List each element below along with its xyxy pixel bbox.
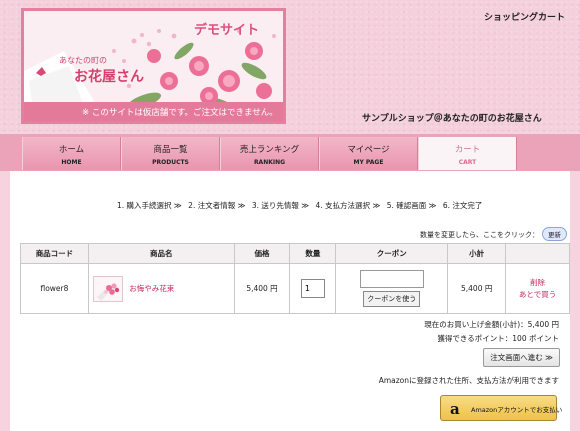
column-header-subtotal: 小計 <box>447 243 507 264</box>
cart-content: 1. 購入手続選択 ≫ 2. 注文者情報 ≫ 3. 送り先情報 ≫ 4. 支払方… <box>10 171 570 431</box>
step-item: 1. 購入手続選択 ≫ <box>117 201 182 210</box>
product-name-link[interactable]: お悔やみ花束 <box>129 284 174 293</box>
step-item: 4. 支払方法選択 ≫ <box>315 201 381 210</box>
proceed-to-order-button[interactable]: 注文画面へ進む ≫ <box>483 348 560 367</box>
cart-table: 商品コード 商品名 価格 数量 クーポン 小計 flower8 お悔やみ花束 5… <box>20 243 570 314</box>
amazon-pay-label: Amazonアカウントでお支払い <box>471 406 563 414</box>
table-row: flower8 お悔やみ花束 5,400 円 1 クーポンを使う 5,400 円… <box>20 263 570 314</box>
bouquet-thumbnail-icon <box>93 276 122 301</box>
points-line: 獲得できるポイント：100 ポイント <box>437 334 559 343</box>
buy-later-link[interactable]: あとで買う <box>506 289 569 301</box>
nav-sublabel: RANKING <box>253 159 286 166</box>
main-nav: ホーム HOME 商品一覧 PRODUCTS 売上ランキング RANKING マ… <box>0 134 580 171</box>
product-thumbnail[interactable] <box>92 275 123 302</box>
nav-item-cart[interactable]: カート CART <box>418 137 517 170</box>
order-totals: 現在のお買い上げ金額(小計)：5,400 円 獲得できるポイント：100 ポイン… <box>424 318 559 346</box>
column-header-name: 商品名 <box>87 243 235 264</box>
column-header-quantity: 数量 <box>289 243 337 264</box>
nav-label: カート <box>454 145 481 155</box>
nav-sublabel: MY PAGE <box>353 159 384 166</box>
nav-item-home[interactable]: ホーム HOME <box>22 137 121 170</box>
product-code: flower8 <box>20 263 89 314</box>
nav-label: ホーム <box>58 145 85 155</box>
product-subtotal: 5,400 円 <box>447 263 507 314</box>
column-header-code: 商品コード <box>20 243 89 264</box>
step-item: 3. 送り先情報 ≫ <box>251 201 310 210</box>
product-cell: お悔やみ花束 <box>87 263 235 314</box>
amazon-pay-button[interactable]: a Amazonアカウントでお支払い <box>440 395 562 421</box>
banner-notice: ※ このサイトは仮店舗です。ご注文はできません。 <box>24 102 283 121</box>
checkout-steps: 1. 購入手続選択 ≫ 2. 注文者情報 ≫ 3. 送り先情報 ≫ 4. 支払方… <box>117 200 486 211</box>
delete-link[interactable]: 削除 <box>506 277 569 289</box>
banner-tagline: あなたの町の <box>59 56 107 65</box>
quantity-cell <box>289 263 337 314</box>
quantity-note: 数量を変更したら、ここをクリック： 更新 <box>420 227 567 241</box>
nav-item-products[interactable]: 商品一覧 PRODUCTS <box>121 137 220 170</box>
use-coupon-button[interactable]: クーポンを使う <box>363 291 421 307</box>
nav-item-ranking[interactable]: 売上ランキング RANKING <box>220 137 319 170</box>
nav-sublabel: HOME <box>61 159 82 166</box>
subtotal-line: 現在のお買い上げ金額(小計)：5,400 円 <box>424 320 559 329</box>
nav-item-mypage[interactable]: マイページ MY PAGE <box>319 137 418 170</box>
amazon-note: Amazonに登録された住所、支払方法が利用できます <box>378 376 559 385</box>
product-price: 5,400 円 <box>233 263 291 314</box>
nav-label: 売上ランキング <box>239 145 300 155</box>
coupon-cell: クーポンを使う <box>335 263 449 314</box>
column-header-coupon: クーポン <box>335 243 449 264</box>
site-header: デモサイト あなたの町の お花屋さん ※ このサイトは仮店舗です。ご注文はできま… <box>0 0 580 132</box>
step-item: 2. 注文者情報 ≫ <box>188 201 246 210</box>
nav-sublabel: CART <box>458 159 477 166</box>
column-header-price: 価格 <box>233 243 291 264</box>
nav-label: マイページ <box>347 145 390 155</box>
step-item: 6. 注文完了 <box>442 201 483 210</box>
nav-sublabel: PRODUCTS <box>152 159 189 166</box>
step-item: 5. 確認画面 ≫ <box>386 201 437 210</box>
shop-banner[interactable]: デモサイト あなたの町の お花屋さん ※ このサイトは仮店舗です。ご注文はできま… <box>21 8 286 124</box>
table-header-row: 商品コード 商品名 価格 数量 クーポン 小計 <box>20 243 570 264</box>
update-button[interactable]: 更新 <box>542 227 567 241</box>
column-header-actions <box>505 243 570 264</box>
shop-subtitle: サンプルショップ＠あなたの町のお花屋さん <box>362 114 542 124</box>
nav-label: 商品一覧 <box>153 145 188 155</box>
actions-cell: 削除 あとで買う <box>505 263 570 314</box>
banner-shop-name: お花屋さん <box>74 69 144 85</box>
amazon-logo-icon: a <box>450 400 460 418</box>
quantity-input[interactable] <box>300 279 325 298</box>
page-title: ショッピングカート <box>484 13 566 23</box>
coupon-input[interactable] <box>359 270 424 288</box>
quantity-note-text: 数量を変更したら、ここをクリック： <box>420 231 539 239</box>
banner-demo-label: デモサイト <box>194 23 260 38</box>
